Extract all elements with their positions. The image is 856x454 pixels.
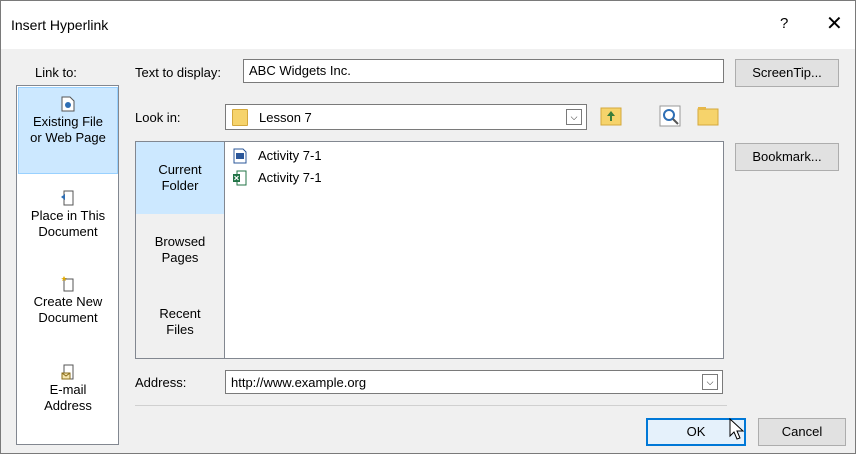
address-label: Address: — [135, 375, 187, 390]
bookmark-button[interactable]: Bookmark... — [735, 143, 839, 171]
tab-browsed-pages[interactable]: Browsed Pages — [136, 234, 224, 266]
title-bar: Insert Hyperlink ? ✕ — [1, 1, 855, 49]
word-file-icon — [233, 148, 247, 164]
existing-file-icon — [61, 96, 75, 112]
create-new-document-line2: Document — [38, 310, 98, 325]
cancel-button[interactable]: Cancel — [758, 418, 846, 446]
link-to-create-new-document[interactable]: Create New Document — [18, 276, 118, 326]
text-to-display-input[interactable]: ABC Widgets Inc. — [243, 59, 724, 83]
email-address-line2: Address — [44, 398, 92, 413]
tab-recent-files[interactable]: Recent Files — [136, 306, 224, 338]
up-one-folder-icon[interactable] — [600, 105, 622, 127]
tab-recent-files-line2: Files — [166, 322, 194, 337]
tab-recent-files-line1: Recent — [159, 306, 201, 321]
look-in-dropdown[interactable]: Lesson 7 ⌵ — [225, 104, 587, 130]
email-address-line1: E-mail — [49, 382, 87, 397]
place-in-document-line2: Document — [38, 224, 98, 239]
link-to-email-address[interactable]: E-mail Address — [18, 364, 118, 414]
tab-current-folder[interactable]: Current Folder — [136, 142, 224, 214]
excel-file-icon — [233, 170, 247, 186]
tab-browsed-pages-line1: Browsed — [154, 234, 206, 249]
link-to-label: Link to: — [35, 65, 77, 80]
file-name: Activity 7-1 — [258, 170, 322, 185]
folder-icon — [232, 109, 248, 126]
help-button[interactable]: ? — [780, 15, 788, 32]
file-list[interactable]: Activity 7-1 Activity 7-1 — [224, 142, 723, 358]
browse-file-icon[interactable] — [697, 105, 719, 127]
chevron-down-icon[interactable]: ⌵ — [702, 374, 718, 390]
existing-file-line1: Existing File — [32, 114, 104, 129]
chevron-down-icon[interactable]: ⌵ — [566, 109, 582, 125]
close-button[interactable]: ✕ — [826, 11, 843, 36]
screentip-button[interactable]: ScreenTip... — [735, 59, 839, 87]
link-to-panel: Existing File or Web Page Place in This … — [16, 85, 119, 445]
tab-current-folder-line1: Current — [158, 162, 202, 177]
address-input[interactable]: http://www.example.org ⌵ — [225, 370, 723, 394]
email-address-icon — [61, 364, 74, 380]
look-in-label: Look in: — [135, 110, 181, 125]
file-name: Activity 7-1 — [258, 148, 322, 163]
create-new-document-line1: Create New — [33, 294, 103, 309]
place-in-document-line1: Place in This — [30, 208, 106, 223]
link-to-existing-file[interactable]: Existing File or Web Page — [18, 87, 118, 174]
look-in-value: Lesson 7 — [259, 110, 312, 125]
address-value: http://www.example.org — [231, 375, 367, 390]
browse-web-icon[interactable] — [659, 105, 681, 127]
text-to-display-label: Text to display: — [135, 65, 221, 80]
create-new-document-icon — [61, 276, 74, 292]
link-to-place-in-document[interactable]: Place in This Document — [18, 190, 118, 240]
dialog-title: Insert Hyperlink — [11, 17, 109, 33]
separator — [135, 405, 727, 406]
tab-current-folder-line2: Folder — [161, 178, 199, 193]
browse-area: Current Folder Browsed Pages Recent File… — [135, 141, 724, 359]
tab-browsed-pages-line2: Pages — [161, 250, 199, 265]
mouse-cursor-icon — [729, 418, 745, 440]
browse-tabs: Current Folder Browsed Pages Recent File… — [136, 142, 224, 358]
place-in-document-icon — [61, 190, 74, 206]
insert-hyperlink-dialog: Insert Hyperlink ? ✕ Link to: Existing F… — [0, 0, 856, 454]
existing-file-line2: or Web Page — [30, 130, 106, 145]
